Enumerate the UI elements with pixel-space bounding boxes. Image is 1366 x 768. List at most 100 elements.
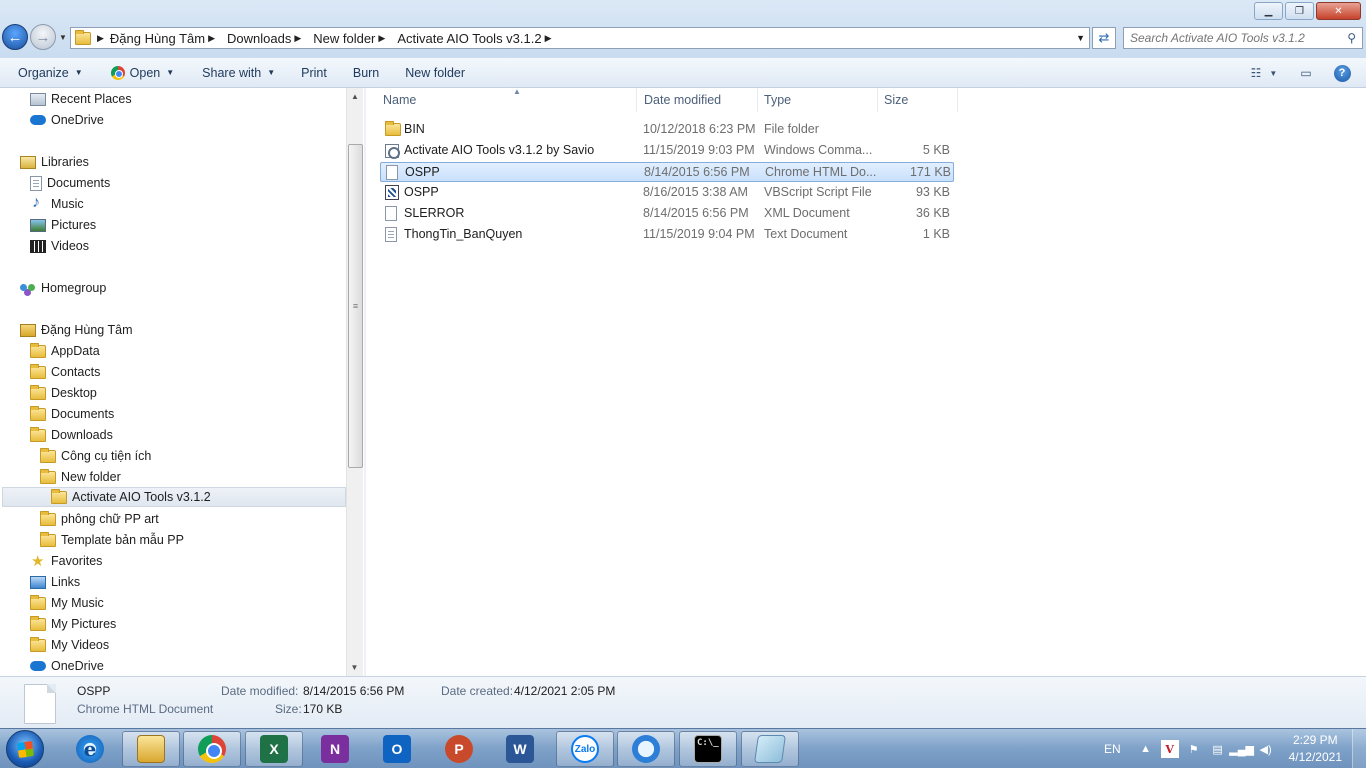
taskbar-excel[interactable]: X	[245, 731, 303, 767]
taskbar-onenote[interactable]: N	[306, 731, 364, 767]
folder-icon	[51, 488, 67, 504]
address-bar[interactable]: ▶ Đặng Hùng Tâm ▶ Downloads ▶ New folder ▶ …	[70, 27, 1090, 49]
nav-item-my-videos[interactable]: My Videos	[30, 635, 109, 655]
navigation-buttons: ← → ▼	[2, 24, 67, 50]
nav-scrollbar[interactable]: ▲ ≡ ▼	[346, 88, 363, 676]
breadcrumb-chevron-icon[interactable]: ▶	[294, 33, 301, 44]
search-box[interactable]: ⚲	[1123, 27, 1363, 49]
nav-item-downloads[interactable]: Downloads	[30, 425, 113, 445]
nav-item-phong-chu-pp-art[interactable]: phông chữ PP art	[40, 509, 159, 529]
start-button[interactable]	[6, 730, 44, 768]
breadcrumb-item[interactable]: New folder ▶	[307, 31, 385, 46]
file-list: Name ▲ Date modified Type Size BIN 10/12/…	[366, 87, 1366, 676]
search-input[interactable]	[1124, 28, 1334, 48]
nav-item-template-ban-mau-pp[interactable]: Template bản mẫu PP	[40, 530, 184, 550]
print-button[interactable]: Print	[293, 61, 335, 85]
breadcrumb-chevron-icon[interactable]: ▶	[545, 33, 552, 44]
column-header-name[interactable]: Name ▲	[377, 87, 637, 112]
breadcrumb-item[interactable]: Đặng Hùng Tâm ▶	[104, 31, 215, 46]
search-icon[interactable]: ⚲	[1347, 31, 1356, 45]
scroll-thumb[interactable]: ≡	[348, 144, 363, 468]
share-with-button[interactable]: Share with ▼	[194, 61, 283, 85]
taskbar-command-prompt[interactable]: C:\_	[679, 731, 737, 767]
minimize-button[interactable]: ▁	[1254, 2, 1283, 20]
file-row[interactable]: ThongTin_BanQuyen 11/15/2019 9:04 PM Tex…	[380, 225, 954, 245]
refresh-button[interactable]: ⇄	[1092, 27, 1116, 49]
taskbar-powerpoint[interactable]: P	[430, 731, 488, 767]
taskbar-windows-explorer[interactable]	[122, 731, 180, 767]
language-indicator[interactable]: EN	[1104, 742, 1121, 756]
nav-item-homegroup[interactable]: Homegroup	[20, 278, 106, 298]
nav-item-desktop[interactable]: Desktop	[30, 383, 97, 403]
file-row[interactable]: BIN 10/12/2018 6:23 PM File folder	[380, 120, 954, 140]
scroll-down-icon[interactable]: ▼	[347, 659, 362, 676]
taskbar-outlook[interactable]: O	[368, 731, 426, 767]
organize-button[interactable]: Organize ▼	[10, 61, 91, 85]
nav-item-links[interactable]: Links	[30, 572, 80, 592]
nav-item-onedrive[interactable]: OneDrive	[30, 110, 104, 130]
unikey-icon[interactable]: V	[1160, 740, 1179, 758]
change-view-icon[interactable]: ☷ ▼	[1250, 61, 1278, 85]
help-icon[interactable]: ?	[1328, 61, 1356, 85]
file-row[interactable]: OSPP 8/16/2015 3:38 AM VBScript Script F…	[380, 183, 954, 203]
nav-item-pictures[interactable]: Pictures	[30, 215, 96, 235]
file-row[interactable]: Activate AIO Tools v3.1.2 by Savio 11/15…	[380, 141, 954, 161]
breadcrumb-item[interactable]: Downloads ▶	[221, 31, 301, 46]
nav-item-libraries[interactable]: Libraries	[20, 152, 89, 172]
nav-item-cong-cu-tien-ich[interactable]: Công cụ tiện ích	[40, 446, 151, 466]
nav-item-videos[interactable]: Videos	[30, 236, 89, 256]
preview-pane-icon[interactable]: ▭	[1292, 61, 1320, 85]
details-modified-value: 8/14/2015 6:56 PM	[303, 684, 405, 698]
show-desktop-button[interactable]	[1352, 729, 1366, 768]
scroll-up-icon[interactable]: ▲	[347, 88, 363, 105]
burn-button[interactable]: Burn	[345, 61, 387, 85]
details-file-type: Chrome HTML Document	[77, 702, 214, 716]
column-header-type[interactable]: Type	[758, 88, 878, 112]
open-button[interactable]: Open ▼	[103, 61, 183, 85]
taskbar-internet-explorer[interactable]: e	[61, 731, 119, 767]
command-bar: Organize ▼ Open ▼ Share with ▼ Print Burn N…	[0, 58, 1366, 88]
breadcrumb-chevron-icon[interactable]: ▶	[208, 33, 215, 44]
action-center-flag-icon[interactable]: ⚑	[1185, 740, 1203, 758]
nav-item-contacts[interactable]: Contacts	[30, 362, 100, 382]
nav-item-recent-places[interactable]: Recent Places	[30, 89, 132, 109]
taskbar-notepad[interactable]	[741, 731, 799, 767]
address-dropdown-icon[interactable]: ▼	[1076, 33, 1085, 43]
volume-icon[interactable]: ◀)	[1257, 740, 1275, 758]
breadcrumb-chevron-icon[interactable]: ▶	[97, 33, 104, 44]
close-button[interactable]: ✕	[1316, 2, 1361, 20]
clock[interactable]: 2:29 PM 4/12/2021	[1289, 732, 1342, 766]
nav-item-documents-library[interactable]: Documents	[30, 173, 110, 193]
file-row-selected[interactable]: OSPP 8/14/2015 6:56 PM Chrome HTML Do...…	[380, 162, 954, 182]
usb-device-icon[interactable]: ▤	[1209, 740, 1227, 758]
maximize-button[interactable]: ❐	[1285, 2, 1314, 20]
file-row[interactable]: SLERROR 8/14/2015 6:56 PM XML Document 3…	[380, 204, 954, 224]
breadcrumb-item[interactable]: Activate AIO Tools v3.1.2 ▶	[391, 31, 551, 46]
tray-expand-icon[interactable]: ▲	[1137, 740, 1155, 758]
nav-item-activate-aio-tools[interactable]: Activate AIO Tools v3.1.2	[2, 487, 346, 507]
new-folder-button[interactable]: New folder	[397, 61, 473, 85]
nav-item-onedrive-2[interactable]: OneDrive	[30, 656, 104, 676]
nav-item-my-pictures[interactable]: My Pictures	[30, 614, 116, 634]
nav-item-music[interactable]: Music	[30, 194, 84, 214]
column-header-date-modified[interactable]: Date modified	[638, 88, 758, 112]
column-header-size[interactable]: Size	[878, 88, 958, 112]
folder-icon	[30, 426, 46, 442]
taskbar-zalo[interactable]: Zalo	[556, 731, 614, 767]
taskbar-word[interactable]: W	[491, 731, 549, 767]
word-icon: W	[506, 735, 534, 763]
forward-button[interactable]: →	[30, 24, 56, 50]
network-signal-icon[interactable]: ▂▄▆	[1229, 740, 1254, 758]
nav-item-documents[interactable]: Documents	[30, 404, 114, 424]
breadcrumb-chevron-icon[interactable]: ▶	[378, 33, 385, 44]
windows-explorer-icon	[137, 735, 165, 763]
recent-pages-dropdown-icon[interactable]: ▼	[59, 33, 67, 42]
nav-item-user-folder[interactable]: Đặng Hùng Tâm	[20, 320, 133, 340]
nav-item-favorites[interactable]: Favorites	[30, 551, 102, 571]
back-button[interactable]: ←	[2, 24, 28, 50]
nav-item-new-folder[interactable]: New folder	[40, 467, 121, 487]
taskbar-remote-desktop[interactable]	[617, 731, 675, 767]
nav-item-appdata[interactable]: AppData	[30, 341, 100, 361]
taskbar-chrome[interactable]	[183, 731, 241, 767]
nav-item-my-music[interactable]: My Music	[30, 593, 104, 613]
